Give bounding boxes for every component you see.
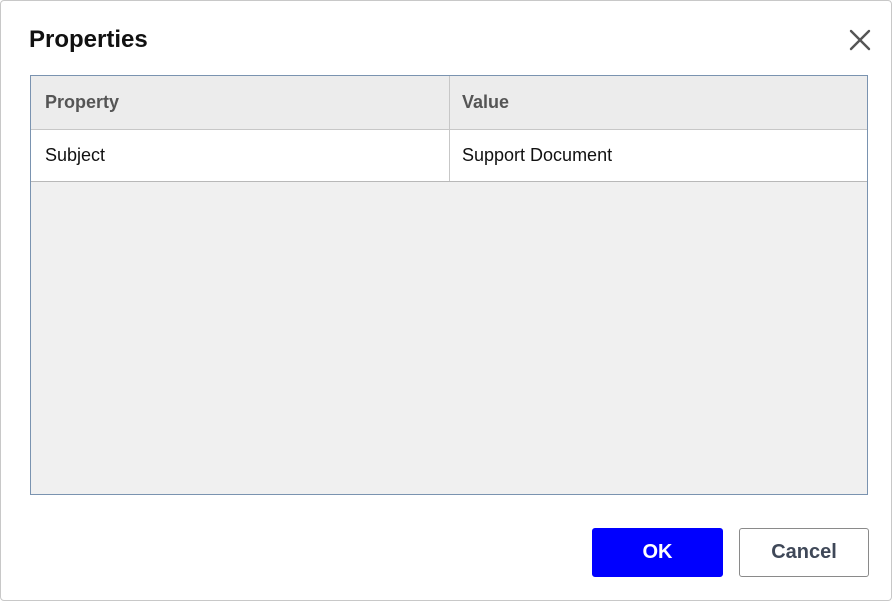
cancel-button[interactable]: Cancel bbox=[739, 528, 869, 577]
table-row[interactable]: Subject Support Document bbox=[31, 130, 867, 182]
property-cell[interactable]: Subject bbox=[31, 130, 450, 181]
close-button[interactable] bbox=[845, 25, 875, 55]
grid-header: Property Value bbox=[31, 76, 867, 130]
ok-button[interactable]: OK bbox=[592, 528, 723, 577]
dialog-title: Properties bbox=[29, 26, 148, 53]
column-header-property[interactable]: Property bbox=[31, 76, 450, 129]
properties-grid: Property Value Subject Support Document bbox=[30, 75, 868, 495]
properties-dialog: Properties Property Value Subject Suppor… bbox=[0, 0, 892, 601]
close-icon bbox=[849, 29, 871, 51]
value-cell[interactable]: Support Document bbox=[450, 130, 867, 181]
column-header-value[interactable]: Value bbox=[450, 76, 867, 129]
